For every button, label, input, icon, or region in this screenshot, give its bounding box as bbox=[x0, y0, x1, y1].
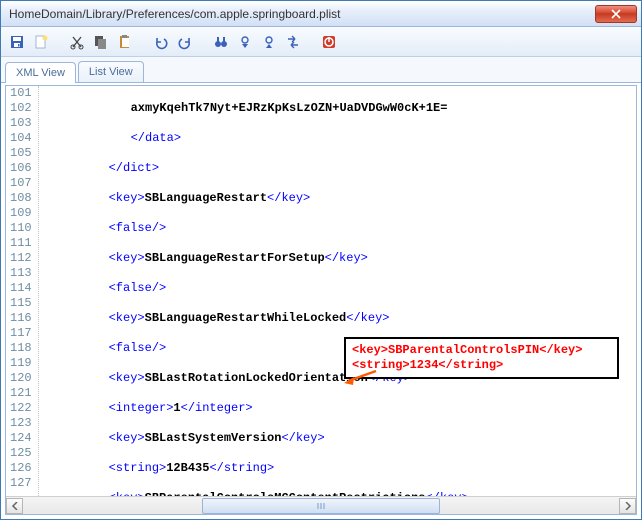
save-icon bbox=[9, 34, 25, 50]
code-line: </data> bbox=[39, 131, 636, 146]
editor-content: 1011021031041051061071081091101111121131… bbox=[5, 85, 637, 515]
chevron-left-icon bbox=[11, 502, 19, 510]
code-editor[interactable]: 1011021031041051061071081091101111121131… bbox=[6, 86, 636, 496]
scroll-thumb[interactable] bbox=[202, 498, 440, 514]
scroll-track[interactable] bbox=[23, 498, 619, 514]
scroll-left-button[interactable] bbox=[6, 498, 23, 514]
annotation-callout: <key>SBParentalControlsPIN</key> <string… bbox=[344, 337, 619, 379]
undo-button[interactable] bbox=[151, 32, 171, 52]
find-next-button[interactable] bbox=[259, 32, 279, 52]
line-gutter: 1011021031041051061071081091101111121131… bbox=[6, 86, 39, 496]
power-button[interactable] bbox=[319, 32, 339, 52]
code-line: <key>SBLastSystemVersion</key> bbox=[39, 431, 636, 446]
close-icon bbox=[611, 9, 621, 19]
code-lines[interactable]: axmyKqehTk7Nyt+EJRzKpKsLzOZN+UaDVDGwW0cK… bbox=[39, 86, 636, 496]
code-line: <integer>1</integer> bbox=[39, 401, 636, 416]
paste-button[interactable] bbox=[115, 32, 135, 52]
replace-button[interactable] bbox=[283, 32, 303, 52]
binoculars-icon bbox=[213, 34, 229, 50]
chevron-right-icon bbox=[624, 502, 632, 510]
scissors-icon bbox=[69, 34, 85, 50]
copy-button[interactable] bbox=[91, 32, 111, 52]
code-line: axmyKqehTk7Nyt+EJRzKpKsLzOZN+UaDVDGwW0cK… bbox=[39, 101, 636, 116]
code-line: <key>SBLanguageRestartWhileLocked</key> bbox=[39, 311, 636, 326]
arrow-icon bbox=[342, 369, 378, 387]
window-title: HomeDomain/Library/Preferences/com.apple… bbox=[1, 7, 595, 21]
horizontal-scrollbar[interactable] bbox=[6, 496, 636, 514]
tab-xml-view[interactable]: XML View bbox=[5, 62, 76, 83]
code-line: <string>12B435</string> bbox=[39, 461, 636, 476]
clipboard-icon bbox=[117, 34, 133, 50]
find-prev-button[interactable] bbox=[235, 32, 255, 52]
code-line: </dict> bbox=[39, 161, 636, 176]
grip-icon bbox=[316, 502, 326, 510]
redo-button[interactable] bbox=[175, 32, 195, 52]
copy-icon bbox=[93, 34, 109, 50]
titlebar: HomeDomain/Library/Preferences/com.apple… bbox=[1, 1, 641, 27]
find-prev-icon bbox=[237, 34, 253, 50]
scroll-right-button[interactable] bbox=[619, 498, 636, 514]
find-next-icon bbox=[261, 34, 277, 50]
toolbar bbox=[1, 27, 641, 57]
new-button[interactable] bbox=[31, 32, 51, 52]
redo-icon bbox=[177, 34, 193, 50]
code-line: <key>SBLanguageRestart</key> bbox=[39, 191, 636, 206]
close-button[interactable] bbox=[595, 5, 637, 23]
find-button[interactable] bbox=[211, 32, 231, 52]
code-line: <false/> bbox=[39, 221, 636, 236]
code-line: <false/> bbox=[39, 281, 636, 296]
tab-list-view[interactable]: List View bbox=[78, 61, 144, 82]
code-line: <key>SBLanguageRestartForSetup</key> bbox=[39, 251, 636, 266]
replace-icon bbox=[285, 34, 301, 50]
document-icon bbox=[33, 34, 49, 50]
window: HomeDomain/Library/Preferences/com.apple… bbox=[0, 0, 642, 520]
undo-icon bbox=[153, 34, 169, 50]
save-button[interactable] bbox=[7, 32, 27, 52]
power-icon bbox=[321, 34, 337, 50]
tab-bar: XML View List View bbox=[1, 57, 641, 83]
cut-button[interactable] bbox=[67, 32, 87, 52]
